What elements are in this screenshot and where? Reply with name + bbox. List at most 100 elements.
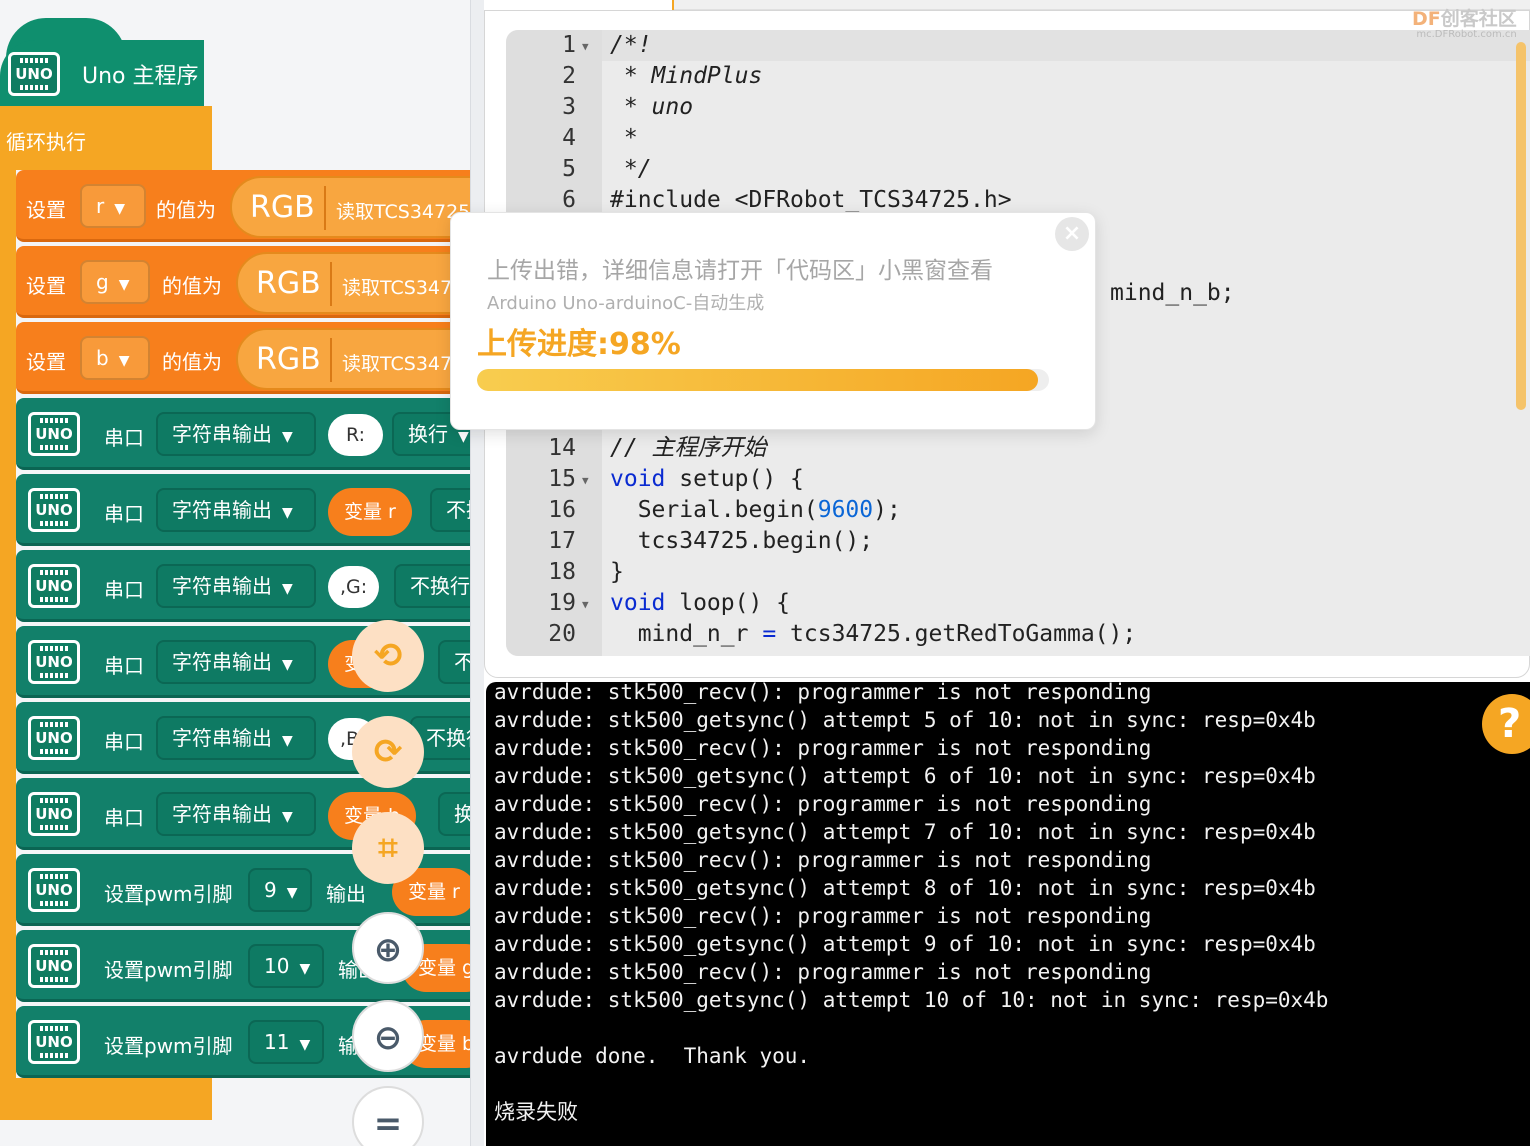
zoom-out-icon: ⊖: [373, 1018, 403, 1058]
uno-board-icon: UNO: [28, 792, 80, 836]
serial-label: 串口: [104, 730, 144, 754]
console-line: avrdude: stk500_getsync() attempt 5 of 1…: [494, 708, 1316, 732]
main-program-label: Uno 主程序: [82, 64, 199, 89]
console-line: avrdude: stk500_getsync() attempt 6 of 1…: [494, 764, 1316, 788]
uno-board-icon: UNO: [28, 564, 80, 608]
console-line: avrdude: stk500_getsync() attempt 9 of 1…: [494, 932, 1316, 956]
zoom-out-button[interactable]: ⊖: [352, 1000, 424, 1072]
serial-label: 串口: [104, 502, 144, 526]
upload-progress-bar: [477, 369, 1049, 391]
uno-board-icon: UNO: [28, 868, 80, 912]
set-var-block-r[interactable]: 设置 r ▼ 的值为 RGB 读取TCS34725: [16, 170, 470, 242]
close-icon[interactable]: ×: [1055, 217, 1089, 251]
panel-divider[interactable]: [470, 0, 484, 1146]
zoom-reset-button[interactable]: =: [352, 1086, 424, 1146]
pin-dropdown[interactable]: 11 ▼: [248, 1020, 324, 1064]
serial-mode-dropdown[interactable]: 字符串输出 ▼: [156, 412, 316, 456]
pin-dropdown[interactable]: 10 ▼: [248, 944, 324, 988]
var-dropdown-b[interactable]: b ▼: [80, 336, 150, 380]
pwm-label: 设置pwm引脚: [104, 882, 233, 906]
set-var-block-g[interactable]: 设置 g ▼ 的值为 RGB 读取TCS3472: [16, 246, 470, 318]
code-line: 19 ▼ void loop() {: [506, 588, 1530, 619]
code-line: 5 */: [562, 156, 652, 182]
rgb-label: RGB: [256, 342, 321, 377]
editor-scrollbar[interactable]: [1516, 42, 1526, 410]
code-line: 14// 主程序开始: [548, 435, 767, 461]
uno-board-icon: UNO: [28, 412, 80, 456]
code-line: 17 tcs34725.begin();: [548, 528, 874, 554]
fold-arrow-icon[interactable]: ▼: [582, 589, 589, 620]
var-dropdown-g[interactable]: g ▼: [80, 260, 150, 304]
serial-print-block[interactable]: UNO 串口 字符串输出▼ 变量 r 不换行: [16, 474, 470, 546]
serial-print-block[interactable]: UNO 串口 字符串输出 ▼ ,G: 不换行: [16, 550, 470, 622]
newline-dropdown[interactable]: 不换行: [438, 640, 470, 684]
code-line: 3 * uno: [562, 94, 694, 120]
serial-label: 串口: [104, 578, 144, 602]
code-line: 18}: [548, 559, 624, 585]
code-line: 15 ▼ void setup() {: [506, 464, 1530, 495]
console-line: avrdude: stk500_recv(): programmer is no…: [494, 736, 1152, 760]
text-arg[interactable]: R:: [328, 414, 384, 456]
console-line: avrdude: stk500_recv(): programmer is no…: [494, 682, 1152, 704]
rgb-reporter-r[interactable]: RGB 读取TCS34725: [230, 176, 470, 238]
serial-console[interactable]: avrdude: stk500_recv(): programmer is no…: [486, 682, 1530, 1146]
uno-board-icon: UNO: [28, 640, 80, 684]
set-label: 设置: [26, 350, 66, 374]
newline-dropdown[interactable]: 不换行: [430, 488, 470, 532]
redo-icon: ⟳: [373, 732, 403, 772]
console-line: avrdude: stk500_getsync() attempt 10 of …: [494, 988, 1329, 1012]
console-line: avrdude: stk500_recv(): programmer is no…: [494, 792, 1152, 816]
serial-mode-dropdown[interactable]: 字符串输出 ▼: [156, 716, 316, 760]
serial-mode-dropdown[interactable]: 字符串输出 ▼: [156, 564, 316, 608]
upload-error-message: 上传出错，详细信息请打开「代码区」小黑窗查看: [487, 258, 993, 284]
pin-dropdown[interactable]: 9 ▼: [248, 868, 312, 912]
value-of-label: 的值为: [156, 198, 216, 222]
rgb-label: RGB: [256, 266, 321, 301]
upload-target: Arduino Uno-arduinoC-自动生成: [487, 293, 765, 314]
newline-dropdown[interactable]: 换行: [438, 792, 470, 836]
rgb-reporter-g[interactable]: RGB 读取TCS3472: [236, 252, 470, 314]
active-tab[interactable]: [484, 0, 674, 10]
tcs-read-label: 读取TCS3472: [342, 353, 465, 375]
upload-progress-label: 上传进度:98%: [477, 327, 681, 362]
console-line: avrdude: stk500_recv(): programmer is no…: [494, 960, 1152, 984]
serial-print-block[interactable]: UNO 串口 字符串输出 ▼ R: 换行 ▼: [16, 398, 470, 470]
fold-arrow-icon[interactable]: ▼: [582, 31, 589, 62]
code-line: 2 * MindPlus: [562, 63, 763, 89]
crop-icon: ⌗: [378, 828, 398, 868]
serial-mode-dropdown[interactable]: 字符串输出 ▼: [156, 792, 316, 836]
code-line: 16 Serial.begin(9600);: [548, 497, 901, 523]
loop-foot: [0, 1078, 212, 1120]
loop-spine: [0, 170, 16, 1080]
text-arg[interactable]: ,G:: [328, 566, 380, 608]
value-of-label: 的值为: [162, 274, 222, 298]
undo-button[interactable]: ⟲: [352, 620, 424, 692]
rgb-label: RGB: [250, 190, 315, 225]
rgb-reporter-b[interactable]: RGB 读取TCS3472: [236, 328, 470, 390]
uno-board-icon: UNO: [28, 1020, 80, 1064]
set-label: 设置: [26, 198, 66, 222]
tcs-read-label: 读取TCS3472: [342, 277, 465, 299]
serial-mode-dropdown[interactable]: 字符串输出 ▼: [156, 488, 316, 532]
upload-progress-fill: [477, 369, 1038, 391]
newline-dropdown[interactable]: 不换行: [394, 564, 470, 608]
var-arg[interactable]: 变量 r: [328, 488, 412, 536]
serial-mode-dropdown[interactable]: 字符串输出 ▼: [156, 640, 316, 684]
code-line: 4 *: [562, 125, 638, 151]
cleanup-button[interactable]: ⌗: [352, 812, 424, 884]
console-line: avrdude done. Thank you.: [494, 1044, 811, 1068]
blocks-workspace[interactable]: UNO Uno 主程序 循环执行 设置 r ▼ 的值为 RGB 读取TCS3472…: [0, 0, 470, 1146]
console-line: avrdude: stk500_recv(): programmer is no…: [494, 848, 1152, 872]
var-dropdown-r[interactable]: r ▼: [80, 184, 146, 228]
console-line: 烧录失败: [494, 1100, 578, 1124]
serial-label: 串口: [104, 806, 144, 830]
zoom-in-icon: ⊕: [373, 930, 403, 970]
pwm-label: 设置pwm引脚: [104, 1034, 233, 1058]
editor-tab-bar: [484, 0, 1530, 10]
fold-arrow-icon[interactable]: ▼: [582, 465, 589, 496]
redo-button[interactable]: ⟳: [352, 716, 424, 788]
uno-board-icon: UNO: [8, 52, 60, 96]
zoom-in-button[interactable]: ⊕: [352, 912, 424, 984]
serial-label: 串口: [104, 426, 144, 450]
set-var-block-b[interactable]: 设置 b ▼ 的值为 RGB 读取TCS3472: [16, 322, 470, 394]
